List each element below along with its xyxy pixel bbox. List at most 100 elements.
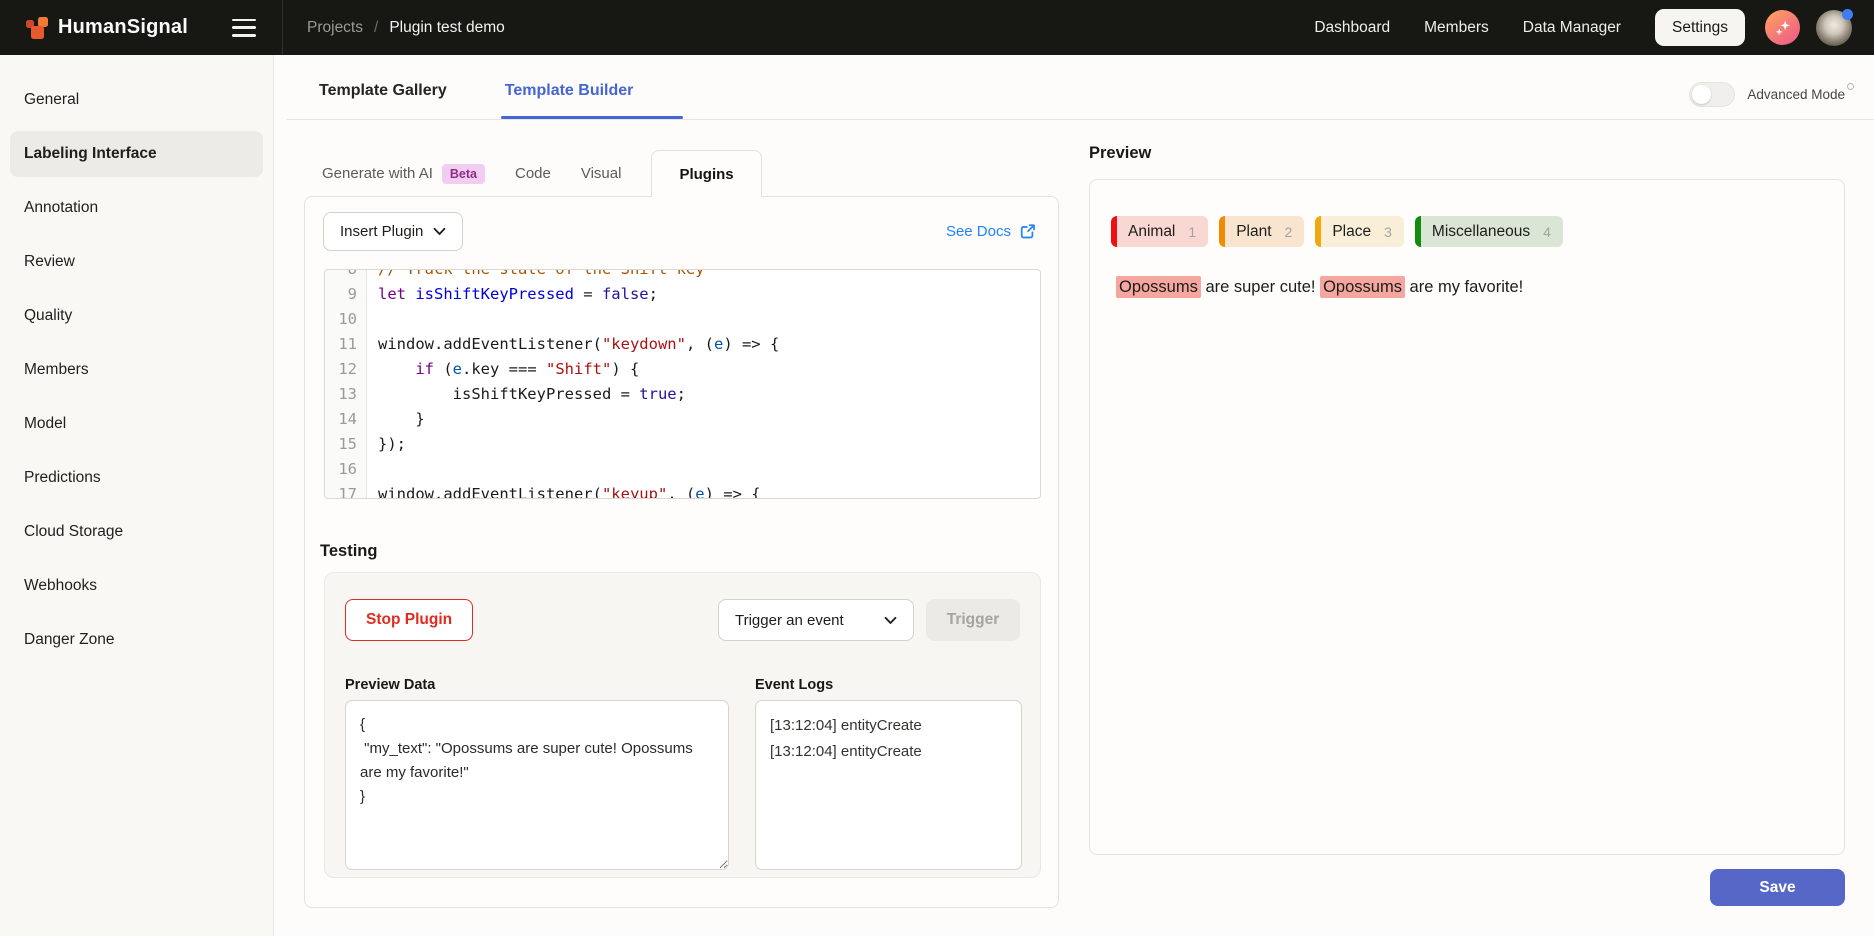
breadcrumb-separator: / [374,19,378,37]
subtab-plugins[interactable]: Plugins [651,150,761,197]
trigger-event-select[interactable]: Trigger an event [718,599,914,641]
preview-panel: Animal 1 Plant2 Place 3 Miscellaneous 4 Opossu… [1089,179,1845,855]
sidebar-item-webhooks[interactable]: Webhooks [10,563,263,609]
preview-data-label: Preview Data [345,677,435,693]
nav-members[interactable]: Members [1424,19,1489,37]
line-number: 8 [325,269,367,282]
chip-color-bar [1415,216,1421,247]
chip-label: Miscellaneous [1432,223,1530,241]
builder-subtabs: Generate with AI Beta Code Visual Plugin… [322,150,762,197]
insert-plugin-label: Insert Plugin [340,223,423,240]
code-line: 12 if (e.key === "Shift") { [325,357,1040,382]
brand-name: HumanSignal [58,16,188,39]
text-span: are my favorite! [1405,278,1523,296]
trigger-button[interactable]: Trigger [926,599,1020,641]
line-number: 12 [325,357,367,382]
nav-data-manager[interactable]: Data Manager [1523,19,1621,37]
code-line: 17window.addEventListener("keyup", (e) =… [325,482,1040,499]
tab-template-gallery[interactable]: Template Gallery [319,82,447,100]
subtab-generate-ai[interactable]: Generate with AI Beta [322,164,485,184]
sidebar-item-general[interactable]: General [10,77,263,123]
topbar-divider [282,0,283,55]
label-chip-place[interactable]: Place 3 [1315,216,1404,247]
line-number: 10 [325,307,367,332]
hamburger-menu-icon[interactable] [232,19,256,37]
chip-label: Place [1332,223,1371,241]
subtab-generate-ai-label: Generate with AI [322,165,433,182]
event-logs-label: Event Logs [755,677,833,693]
main-content: Template Gallery Template Builder Advanc… [274,55,1874,936]
external-link-icon [1019,223,1036,240]
nav-dashboard[interactable]: Dashboard [1314,19,1390,37]
label-chip-miscellaneous[interactable]: Miscellaneous 4 [1415,216,1563,247]
beta-badge: Beta [442,164,485,184]
sidebar-item-annotation[interactable]: Annotation [10,185,263,231]
label-chip-animal[interactable]: Animal 1 [1111,216,1208,247]
chip-hotkey: 3 [1384,224,1392,240]
testing-heading: Testing [320,542,377,561]
chip-label: Animal [1128,223,1175,241]
sparkles-icon [1774,19,1792,37]
sidebar-item-cloud-storage[interactable]: Cloud Storage [10,509,263,555]
code-line: 8// Track the state of the Shift key [325,269,1040,282]
sidebar-item-quality[interactable]: Quality [10,293,263,339]
testing-panel: Stop Plugin Trigger an event Trigger Pre… [324,572,1041,878]
chip-hotkey: 4 [1543,224,1551,240]
advanced-mode-control: Advanced Mode [1689,82,1845,107]
toggle-knob [1692,85,1711,104]
chevron-down-icon [433,227,446,236]
line-number: 17 [325,482,367,499]
preview-heading: Preview [1089,144,1151,163]
label-chip-plant[interactable]: Plant2 [1219,216,1304,247]
chip-hotkey: 1 [1188,224,1196,240]
code-line: 16 [325,457,1040,482]
code-line: 14 } [325,407,1040,432]
settings-sidebar: General Labeling Interface Annotation Revie… [0,55,274,936]
subtab-code[interactable]: Code [515,165,551,182]
breadcrumb: Projects / Plugin test demo [307,19,505,37]
trigger-event-value: Trigger an event [735,612,844,629]
insert-plugin-button[interactable]: Insert Plugin [323,212,463,251]
event-log-line: [13:12:04] entityCreate [770,739,1007,765]
topbar: HumanSignal Projects / Plugin test demo … [0,0,1874,55]
see-docs-label: See Docs [946,223,1011,240]
code-line: 10 [325,307,1040,332]
sidebar-item-predictions[interactable]: Predictions [10,455,263,501]
user-avatar[interactable] [1816,10,1852,46]
line-number: 9 [325,282,367,307]
line-number: 11 [325,332,367,357]
settings-button[interactable]: Settings [1655,9,1745,46]
tab-template-builder[interactable]: Template Builder [505,82,634,100]
line-number: 13 [325,382,367,407]
preview-text[interactable]: Opossums are super cute! Opossums are my… [1116,274,1523,300]
line-number: 16 [325,457,367,482]
chip-color-bar [1219,216,1225,247]
code-line: 11window.addEventListener("keydown", (e)… [325,332,1040,357]
highlighted-entity[interactable]: Opossums [1320,276,1405,298]
ai-assistant-button[interactable] [1765,10,1800,45]
chevron-down-icon [884,616,897,625]
notification-dot [1842,9,1853,20]
save-button[interactable]: Save [1710,869,1845,906]
plugins-panel: Insert Plugin See Docs 8// Track the sta… [304,196,1059,908]
subtab-visual[interactable]: Visual [581,165,622,182]
stop-plugin-button[interactable]: Stop Plugin [345,599,473,641]
code-line: 9let isShiftKeyPressed = false; [325,282,1040,307]
highlighted-entity[interactable]: Opossums [1116,276,1201,298]
chip-color-bar [1315,216,1321,247]
sidebar-item-danger-zone[interactable]: Danger Zone [10,617,263,663]
sidebar-item-review[interactable]: Review [10,239,263,285]
tabs-divider [287,119,1874,120]
code-line: 13 isShiftKeyPressed = true; [325,382,1040,407]
sidebar-item-model[interactable]: Model [10,401,263,447]
code-editor[interactable]: 8// Track the state of the Shift key9let… [324,269,1041,499]
humansignal-logo[interactable]: HumanSignal [26,16,188,39]
topbar-nav: Dashboard Members Data Manager Settings [1280,9,1874,46]
preview-data-textarea[interactable] [345,700,729,870]
see-docs-link[interactable]: See Docs [946,223,1036,240]
sidebar-item-members[interactable]: Members [10,347,263,393]
chip-label: Plant [1236,223,1271,241]
breadcrumb-projects-link[interactable]: Projects [307,19,363,37]
sidebar-item-labeling-interface[interactable]: Labeling Interface [10,131,263,177]
advanced-mode-toggle[interactable] [1689,82,1735,107]
